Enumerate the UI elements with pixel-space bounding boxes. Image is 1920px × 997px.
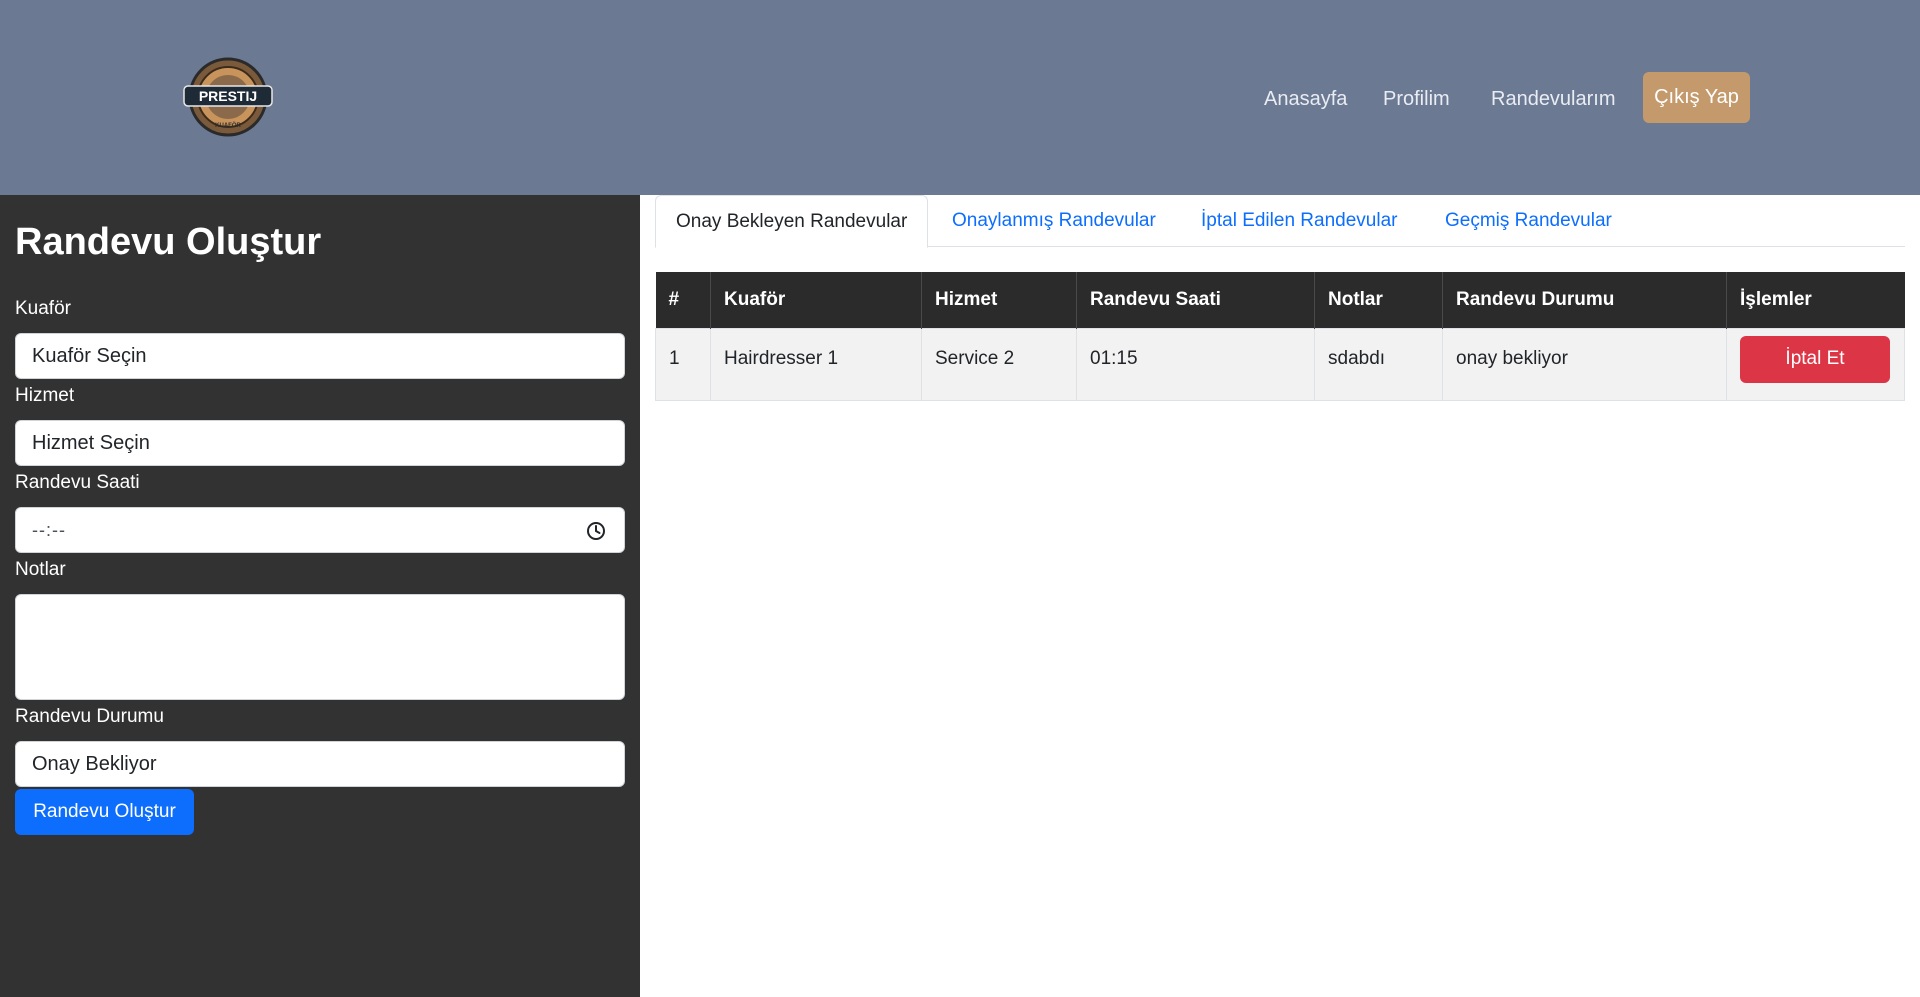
nav-link-appointments[interactable]: Randevularım bbox=[1491, 88, 1616, 111]
tab-pending[interactable]: Onay Bekleyen Randevular bbox=[655, 195, 929, 248]
form-title: Randevu Oluştur bbox=[15, 221, 322, 263]
cell-status: onay bekliyor bbox=[1442, 327, 1727, 401]
header: PRESTIJ KUAFÖR Anasayfa Profilim Randevu… bbox=[0, 0, 1920, 195]
cell-time: 01:15 bbox=[1076, 327, 1315, 401]
tab-cancelled[interactable]: İptal Edilen Randevular bbox=[1181, 195, 1417, 247]
logout-button[interactable]: Çıkış Yap bbox=[1643, 72, 1750, 123]
appointments-table: # Kuaför Hizmet Randevu Saati Notlar Ran… bbox=[655, 272, 1905, 401]
appointment-tabs: Onay Bekleyen Randevular Onaylanmış Rand… bbox=[655, 195, 1905, 248]
cell-hairdresser: Hairdresser 1 bbox=[710, 327, 922, 401]
nav-link-home[interactable]: Anasayfa bbox=[1264, 88, 1347, 111]
table-header-row: # Kuaför Hizmet Randevu Saati Notlar Ran… bbox=[655, 272, 1905, 328]
nav-link-profile[interactable]: Profilim bbox=[1383, 88, 1450, 111]
column-header: Hizmet bbox=[921, 272, 1077, 328]
status-label: Randevu Durumu bbox=[15, 706, 164, 727]
cell-num: 1 bbox=[655, 327, 711, 401]
column-header: # bbox=[655, 272, 711, 328]
notes-textarea[interactable] bbox=[15, 594, 625, 700]
column-header: Randevu Saati bbox=[1076, 272, 1315, 328]
column-header: Kuaför bbox=[710, 272, 922, 328]
tab-approved[interactable]: Onaylanmış Randevular bbox=[932, 195, 1176, 247]
service-label: Hizmet bbox=[15, 385, 75, 406]
time-label: Randevu Saati bbox=[15, 472, 140, 493]
column-header: Notlar bbox=[1314, 272, 1443, 328]
service-select[interactable]: Hizmet Seçin bbox=[15, 420, 625, 466]
cell-actions: İptal Et bbox=[1726, 327, 1905, 401]
column-header: İşlemler bbox=[1726, 272, 1905, 328]
column-header: Randevu Durumu bbox=[1442, 272, 1727, 328]
status-input[interactable]: Onay Bekliyor bbox=[15, 741, 625, 787]
hairdresser-select[interactable]: Kuaför Seçin bbox=[15, 333, 625, 379]
appointment-form-panel: Randevu Oluştur Kuaför Kuaför Seçin Hizm… bbox=[0, 195, 640, 997]
tab-past[interactable]: Geçmiş Randevular bbox=[1425, 195, 1632, 247]
hairdresser-label: Kuaför bbox=[15, 298, 71, 319]
cell-service: Service 2 bbox=[921, 327, 1077, 401]
cell-notes: sdabdı bbox=[1314, 327, 1443, 401]
time-placeholder: --:-- bbox=[32, 519, 66, 540]
table-row: 1 Hairdresser 1 Service 2 01:15 sdabdı o… bbox=[655, 327, 1905, 401]
notes-label: Notlar bbox=[15, 559, 66, 580]
time-input[interactable]: --:-- bbox=[15, 507, 625, 553]
svg-text:PRESTIJ: PRESTIJ bbox=[199, 88, 257, 104]
logo-icon[interactable]: PRESTIJ KUAFÖR bbox=[178, 53, 278, 141]
svg-text:KUAFÖR: KUAFÖR bbox=[215, 122, 241, 129]
create-appointment-button[interactable]: Randevu Oluştur bbox=[15, 789, 194, 835]
cancel-appointment-button[interactable]: İptal Et bbox=[1740, 335, 1890, 383]
clock-icon[interactable] bbox=[586, 521, 606, 541]
